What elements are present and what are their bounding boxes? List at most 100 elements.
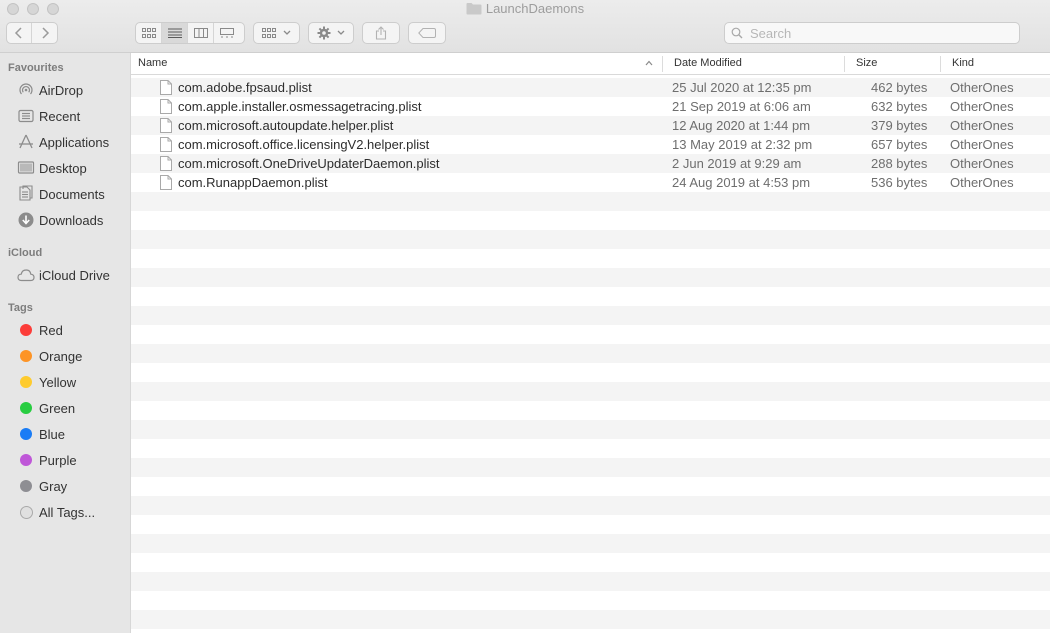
empty-row <box>131 610 1050 629</box>
sidebar-tag-blue[interactable]: Blue <box>0 422 130 446</box>
search-field[interactable] <box>724 22 1020 44</box>
share-button[interactable] <box>362 22 400 44</box>
file-kind: OtherOnes <box>950 118 1014 133</box>
sidebar-tag-orange[interactable]: Orange <box>0 344 130 368</box>
document-file-icon <box>160 156 172 171</box>
column-divider[interactable] <box>844 56 845 72</box>
sidebar-item-icloud-drive[interactable]: iCloud Drive <box>0 263 130 287</box>
file-row[interactable]: com.microsoft.OneDriveUpdaterDaemon.plis… <box>131 154 1050 173</box>
empty-row <box>131 477 1050 496</box>
empty-row <box>131 553 1050 572</box>
sidebar-tag-purple[interactable]: Purple <box>0 448 130 472</box>
file-row[interactable]: com.RunappDaemon.plist 24 Aug 2019 at 4:5… <box>131 173 1050 192</box>
column-header-date-modified[interactable]: Date Modified <box>674 53 839 74</box>
file-size: 536 bytes <box>871 175 928 190</box>
folder-icon <box>466 2 482 19</box>
sidebar-item-desktop[interactable]: Desktop <box>0 156 130 180</box>
zoom-window-button[interactable] <box>47 3 59 15</box>
file-size: 632 bytes <box>871 99 928 114</box>
column-divider[interactable] <box>940 56 941 72</box>
chevron-left-icon <box>14 27 22 39</box>
favourites-header: Favourites <box>8 62 64 74</box>
empty-row <box>131 382 1050 401</box>
minimize-window-button[interactable] <box>27 3 39 15</box>
share-icon <box>375 26 387 40</box>
blue-tag-dot-icon <box>20 428 32 440</box>
document-file-icon <box>160 137 172 152</box>
column-header-size[interactable]: Size <box>856 53 936 74</box>
file-name: com.microsoft.office.licensingV2.helper.… <box>178 137 430 152</box>
gallery-icon <box>220 28 234 38</box>
empty-row <box>131 363 1050 382</box>
file-row[interactable]: com.microsoft.office.licensingV2.helper.… <box>131 135 1050 154</box>
yellow-tag-dot-icon <box>20 376 32 388</box>
column-header-kind[interactable]: Kind <box>952 53 1042 74</box>
window-toolbar: LaunchDaemons <box>0 0 1050 53</box>
file-date-modified: 12 Aug 2020 at 1:44 pm <box>672 118 811 133</box>
file-date-modified: 2 Jun 2019 at 9:29 am <box>672 156 802 171</box>
empty-row <box>131 211 1050 230</box>
sidebar-tag-red[interactable]: Red <box>0 318 130 342</box>
file-size: 288 bytes <box>871 156 928 171</box>
action-menu-button[interactable] <box>308 22 354 44</box>
file-name: com.RunappDaemon.plist <box>178 175 328 190</box>
list-view-button[interactable] <box>162 23 188 43</box>
sidebar-item-documents[interactable]: Documents <box>0 182 130 206</box>
file-name: com.apple.installer.osmessagetracing.pli… <box>178 99 422 114</box>
empty-row <box>131 401 1050 420</box>
empty-row <box>131 534 1050 553</box>
empty-row <box>131 268 1050 287</box>
empty-row <box>131 420 1050 439</box>
sidebar-item-airdrop[interactable]: AirDrop <box>0 78 130 102</box>
list-lines-icon <box>167 28 182 38</box>
column-divider[interactable] <box>662 56 663 72</box>
file-size: 657 bytes <box>871 137 928 152</box>
document-file-icon <box>160 80 172 95</box>
columns-icon <box>193 28 208 38</box>
icon-view-button[interactable] <box>136 23 162 43</box>
recent-icon <box>16 107 36 125</box>
file-size: 462 bytes <box>871 80 928 95</box>
empty-row <box>131 458 1050 477</box>
empty-row <box>131 306 1050 325</box>
column-view-button[interactable] <box>188 23 214 43</box>
close-window-button[interactable] <box>7 3 19 15</box>
airdrop-icon <box>16 81 36 99</box>
sidebar-tag-green[interactable]: Green <box>0 396 130 420</box>
file-kind: OtherOnes <box>950 137 1014 152</box>
tag-icon <box>418 28 436 38</box>
back-button[interactable] <box>7 23 33 43</box>
applications-icon <box>16 133 36 151</box>
sidebar: Favourites AirDrop Recent Applications D… <box>0 53 131 633</box>
gallery-view-button[interactable] <box>214 23 240 43</box>
empty-row <box>131 192 1050 211</box>
sidebar-tag-yellow[interactable]: Yellow <box>0 370 130 394</box>
view-mode-control <box>135 22 245 44</box>
downloads-icon <box>16 211 36 229</box>
sidebar-item-applications[interactable]: Applications <box>0 130 130 154</box>
column-header-name[interactable]: Name <box>138 53 658 74</box>
file-kind: OtherOnes <box>950 80 1014 95</box>
desktop-icon <box>16 159 36 177</box>
sidebar-tag-gray[interactable]: Gray <box>0 474 130 498</box>
empty-row <box>131 439 1050 458</box>
file-name: com.adobe.fpsaud.plist <box>178 80 312 95</box>
green-tag-dot-icon <box>20 402 32 414</box>
file-kind: OtherOnes <box>950 175 1014 190</box>
file-row[interactable]: com.adobe.fpsaud.plist 25 Jul 2020 at 12:… <box>131 78 1050 97</box>
sidebar-tag-all-tags[interactable]: All Tags... <box>0 500 130 524</box>
sidebar-item-recent[interactable]: Recent <box>0 104 130 128</box>
group-by-button[interactable] <box>253 22 300 44</box>
gray-tag-dot-icon <box>20 480 32 492</box>
sidebar-item-downloads[interactable]: Downloads <box>0 208 130 232</box>
file-row[interactable]: com.apple.installer.osmessagetracing.pli… <box>131 97 1050 116</box>
file-date-modified: 21 Sep 2019 at 6:06 am <box>672 99 811 114</box>
search-input[interactable] <box>748 24 1012 42</box>
file-row[interactable]: com.microsoft.autoupdate.helper.plist 12 … <box>131 116 1050 135</box>
edit-tags-button[interactable] <box>408 22 446 44</box>
navigation-buttons <box>6 22 58 44</box>
all-tags-icon <box>19 505 33 519</box>
search-icon <box>731 27 743 39</box>
icon-grid-icon <box>141 28 156 38</box>
forward-button[interactable] <box>32 23 57 43</box>
